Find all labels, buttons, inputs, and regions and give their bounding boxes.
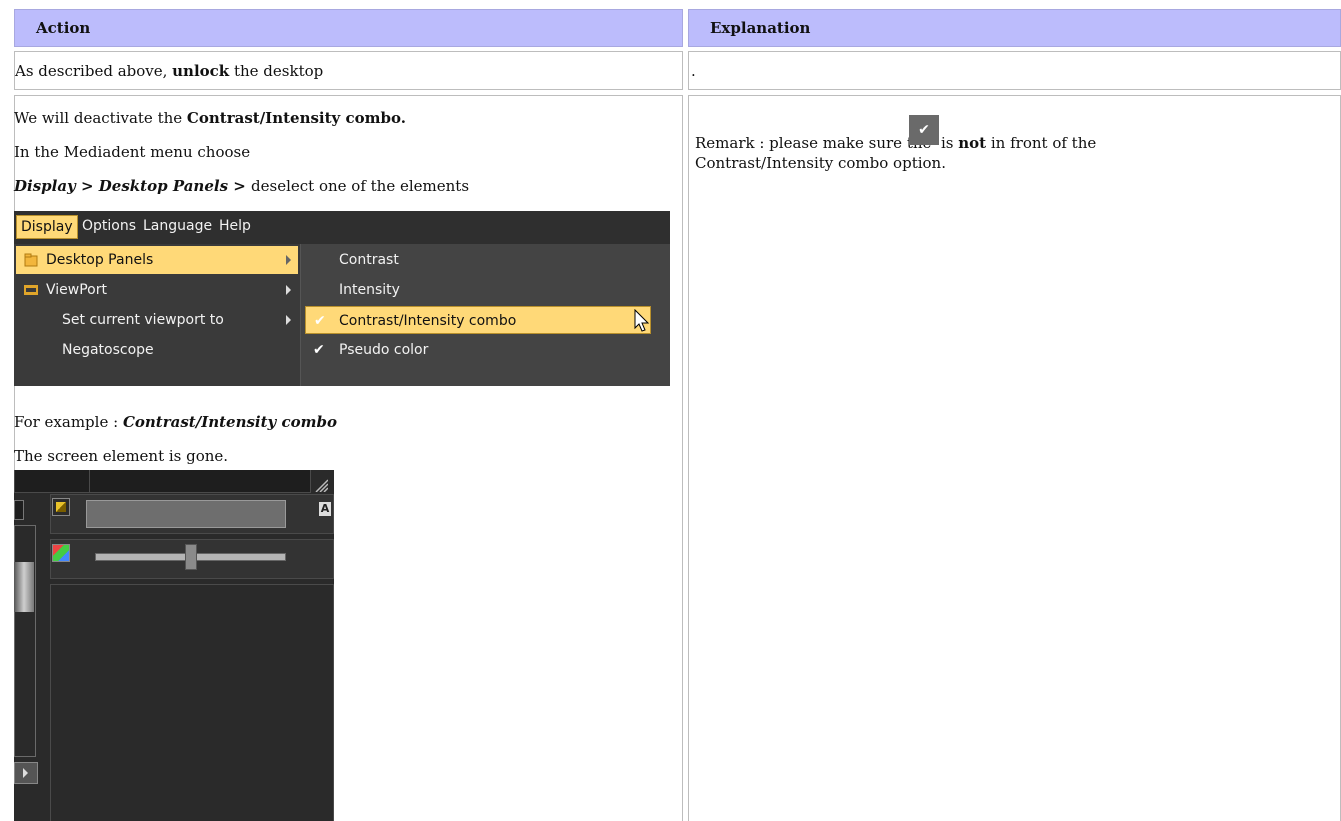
menu-path-text: Display > Desktop Panels > deselect one … xyxy=(14,177,470,195)
top-panel-left xyxy=(14,470,92,493)
mouse-cursor-icon xyxy=(634,309,650,332)
menu-language: Language xyxy=(143,218,213,234)
xray-thumbnail xyxy=(14,562,34,612)
row1-action-cell: As described above, unlock the desktop xyxy=(14,51,683,90)
header-action: Action xyxy=(14,9,683,47)
menu-display: Display xyxy=(16,215,78,239)
header-explanation: Explanation xyxy=(688,9,1341,47)
check-icon: ✔ xyxy=(313,342,325,358)
menu-help: Help xyxy=(219,218,251,234)
element-gone-text: The screen element is gone. xyxy=(14,447,229,465)
instruction-table: Action Explanation As described above, u… xyxy=(0,0,1341,821)
submenu-item-contrast-intensity-combo: ✔ Contrast/Intensity combo xyxy=(305,306,651,334)
menu-options: Options xyxy=(82,218,137,234)
remark-text-line2: Contrast/Intensity combo option. xyxy=(695,154,946,172)
contrast-icon xyxy=(52,498,70,516)
row1-explanation-text: . xyxy=(691,62,696,80)
row1-explanation-cell: . xyxy=(688,51,1341,90)
pseudo-color-icon xyxy=(52,544,70,562)
remark-text-line1-rest: is not in front of the xyxy=(941,134,1097,152)
mediadent-menu-text: In the Mediadent menu choose xyxy=(14,143,251,161)
remark-text-line1: Remark : please make sure the xyxy=(695,134,932,152)
menu-item-viewport: ViewPort xyxy=(16,276,298,304)
contrast-field xyxy=(86,500,286,528)
top-panel-right xyxy=(89,470,311,493)
example-text: For example : Contrast/Intensity combo xyxy=(14,413,338,431)
menu-item-negatoscope: Negatoscope xyxy=(62,342,154,358)
display-submenu: Desktop Panels ViewPort Set current view… xyxy=(14,244,300,386)
screen-element-screenshot: A xyxy=(14,470,334,821)
auto-badge: A xyxy=(319,502,331,516)
desktop-panels-submenu: Contrast Intensity ✔ Contrast/Intensity … xyxy=(300,244,670,386)
submenu-item-pseudo-color: ✔ Pseudo color xyxy=(305,336,665,364)
row2-explanation-cell xyxy=(688,95,1341,821)
viewport-icon xyxy=(24,285,38,295)
left-panel xyxy=(14,525,36,757)
deactivate-text: We will deactivate the Contrast/Intensit… xyxy=(14,109,406,127)
lower-panel xyxy=(50,584,334,821)
menu-item-set-viewport: Set current viewport to xyxy=(16,306,298,334)
submenu-item-intensity: Intensity xyxy=(339,282,400,298)
slider-handle xyxy=(185,544,197,570)
menu-item-desktop-panels: Desktop Panels xyxy=(16,246,298,274)
left-tab xyxy=(14,500,24,520)
folder-icon xyxy=(24,253,38,267)
submenu-item-contrast: Contrast xyxy=(339,252,399,268)
menu-bar: Display Options Language Help xyxy=(14,211,670,244)
display-menu-screenshot: Display Options Language Help Desktop Pa… xyxy=(14,211,670,386)
resize-grip-icon xyxy=(315,479,328,492)
checkmark-icon: ✔ xyxy=(909,115,939,145)
row1-action-text: As described above, unlock the desktop xyxy=(15,62,324,80)
scroll-arrow-icon xyxy=(14,762,38,784)
check-icon: ✔ xyxy=(314,313,326,329)
